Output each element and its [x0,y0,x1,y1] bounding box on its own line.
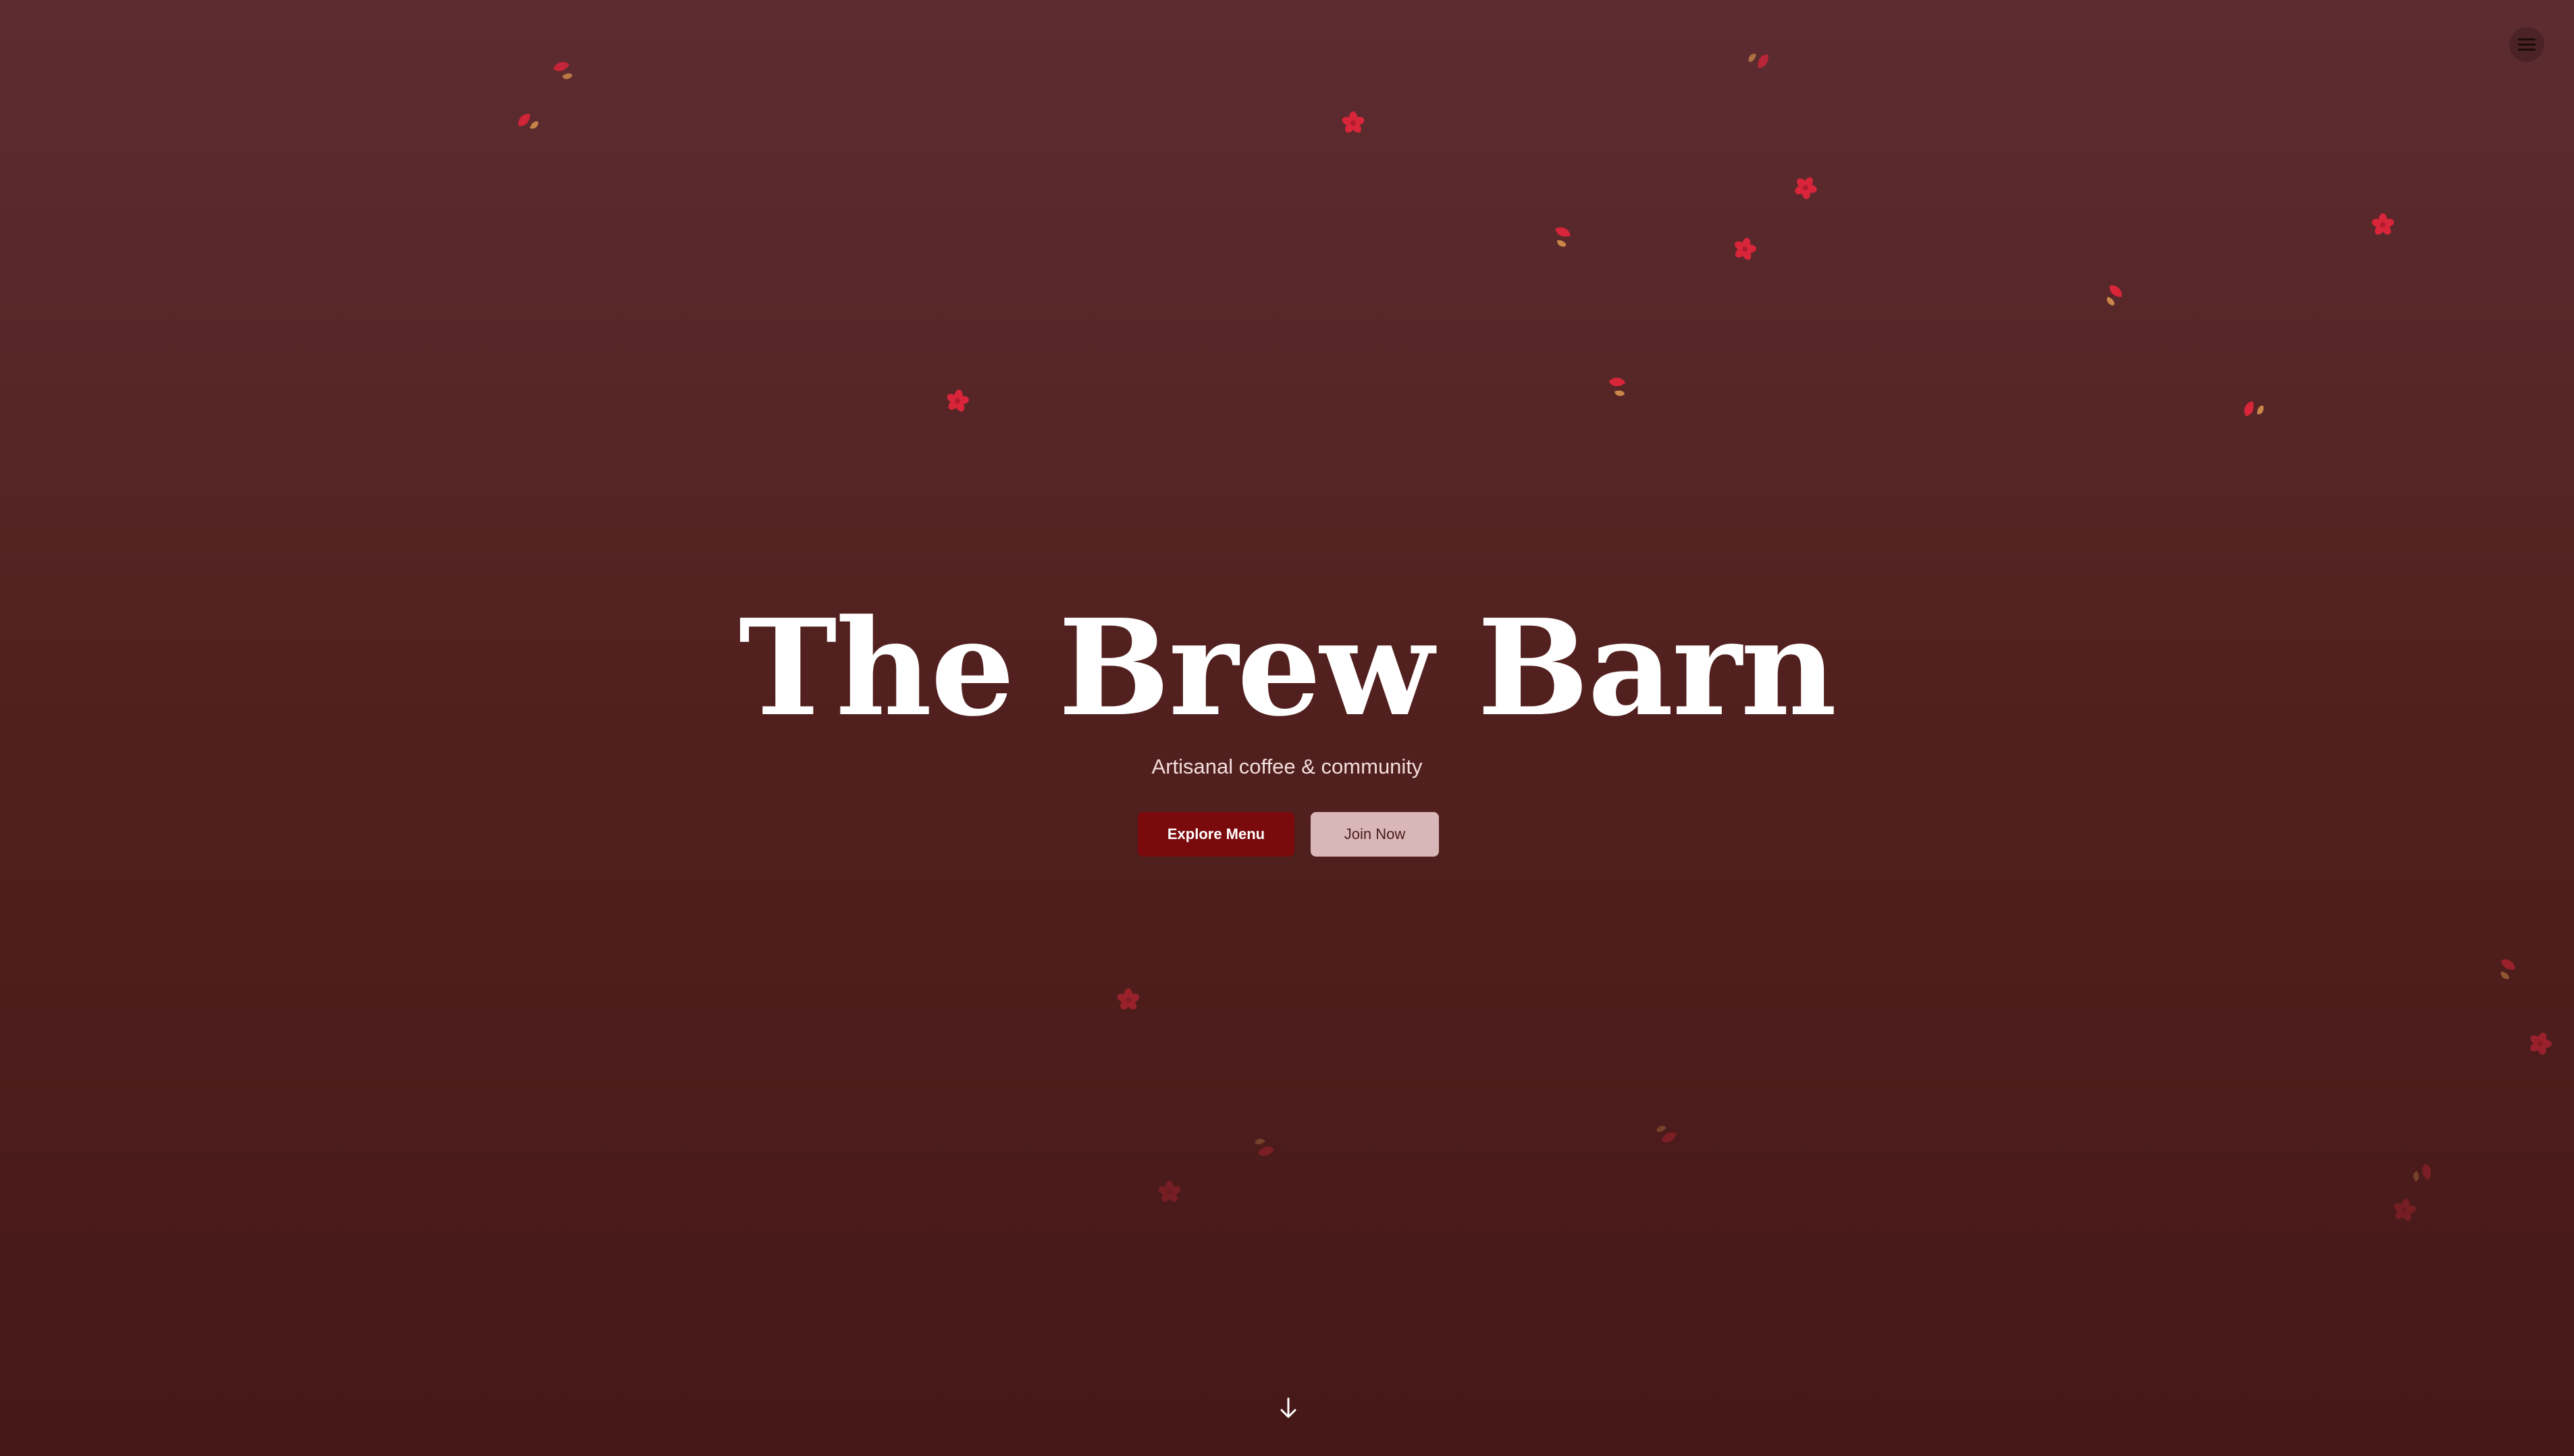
tagline: Artisanal coffee & community [1151,755,1423,778]
menu-button[interactable] [2509,27,2544,62]
falling-leaf-icon [1255,1138,1274,1156]
falling-leaf-icon [1748,53,1768,68]
falling-leaf-icon [1795,177,1817,199]
page-title: The Brew Barn [738,591,1837,746]
falling-leaf-icon [1555,227,1571,247]
join-now-button[interactable]: Join Now [1311,812,1439,857]
falling-leaf-icon [1158,1181,1181,1202]
hamburger-menu-icon [2518,38,2536,51]
falling-leaf-icon [2530,1032,2552,1055]
falling-leaf-icon [2371,213,2394,235]
falling-leaf-icon [1342,111,1365,133]
falling-leaf-icon [1608,377,1626,396]
falling-leaf-icon [518,113,539,129]
falling-leaf-icon [1656,1125,1677,1143]
falling-leaf-icon [553,61,573,80]
hero-section: The Brew Barn Artisanal coffee & communi… [0,0,2574,1456]
falling-leaf-icon [1117,988,1140,1010]
falling-leaf-icon [1735,238,1756,261]
falling-leaf-icon [947,389,969,412]
explore-menu-button[interactable]: Explore Menu [1138,812,1294,857]
falling-leaf-icon [2244,401,2264,416]
falling-leaf-icon [2500,959,2515,979]
arrow-down-icon[interactable] [1275,1395,1302,1422]
falling-leaf-icon [2394,1199,2416,1221]
falling-leaf-icon [2107,285,2122,306]
falling-leaf-icon [2413,1163,2432,1181]
